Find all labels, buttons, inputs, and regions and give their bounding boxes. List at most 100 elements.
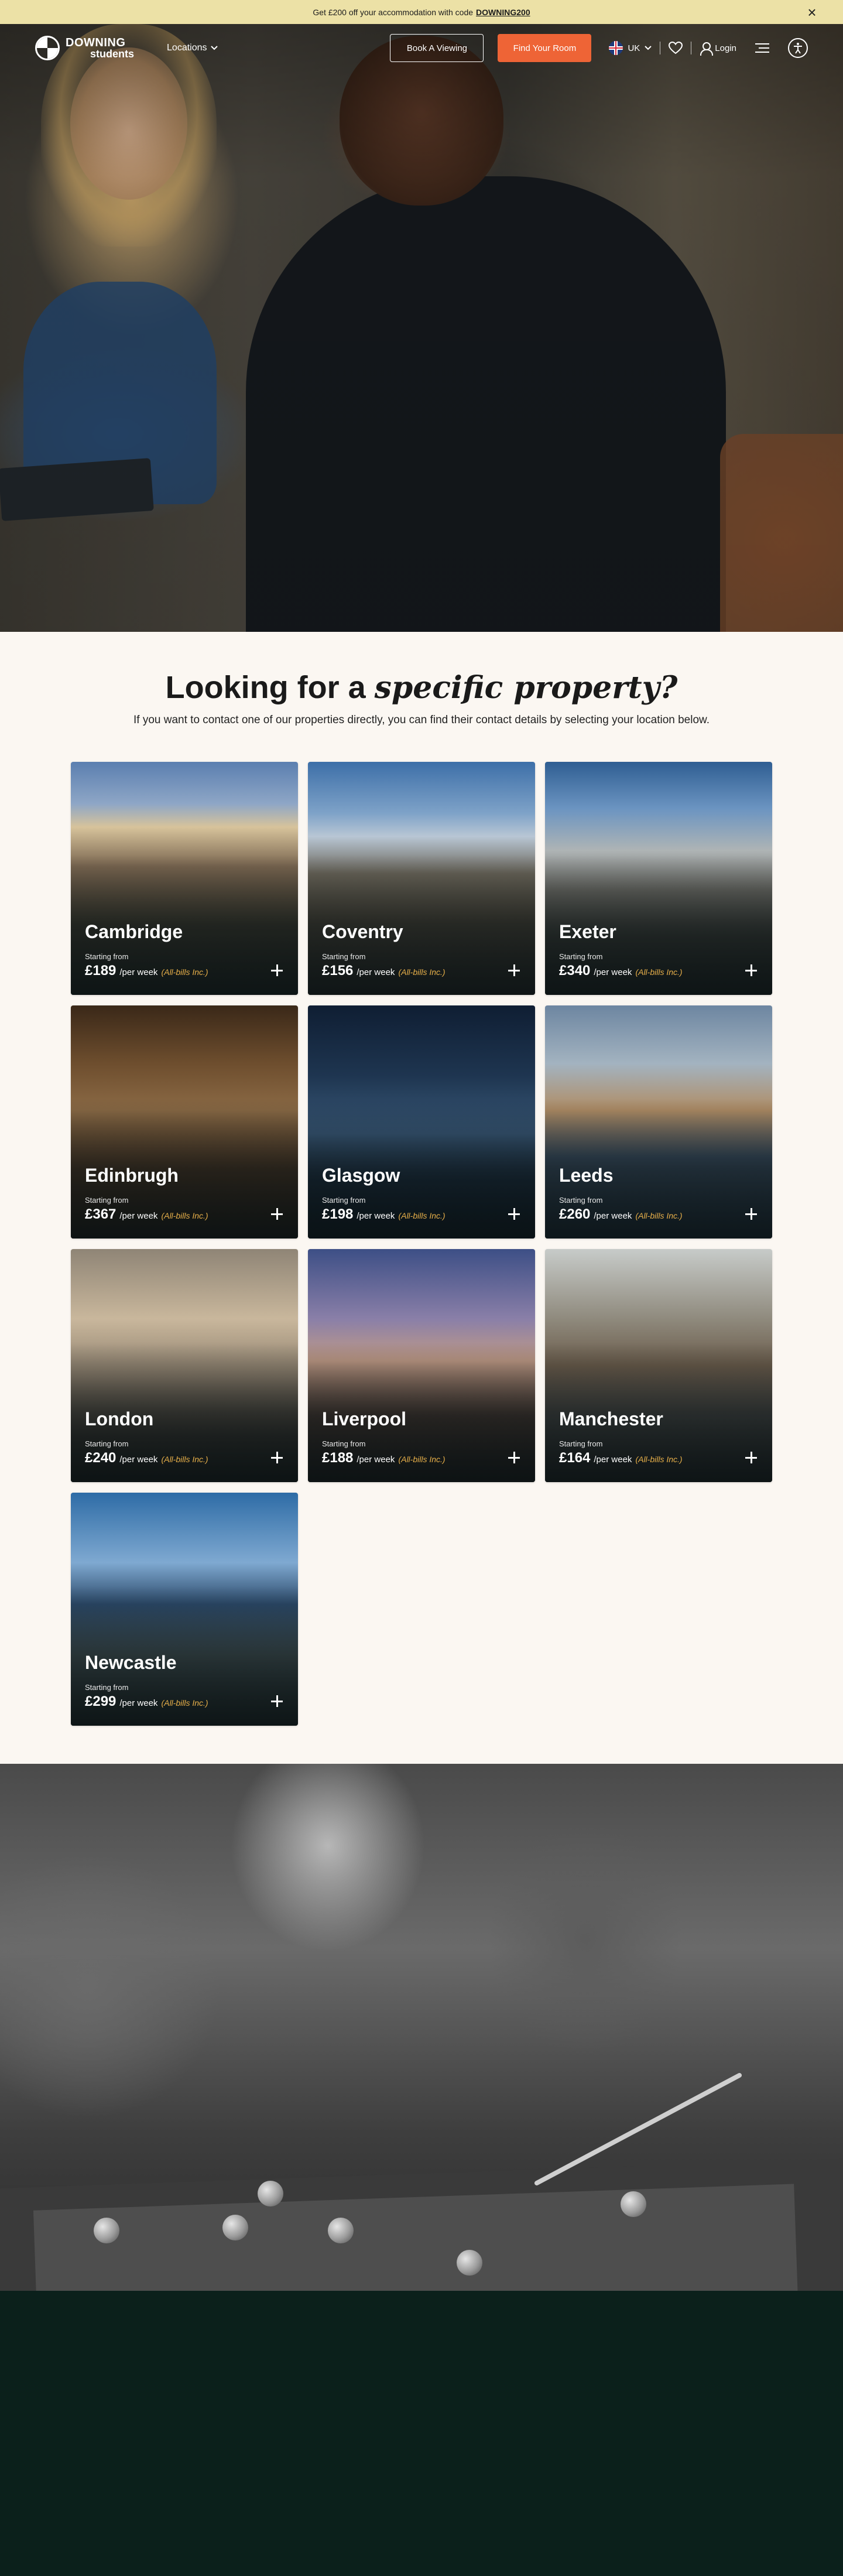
location-name: Liverpool [322, 1408, 407, 1429]
price: £340 [559, 963, 591, 979]
starting-from-label: Starting from [559, 1196, 603, 1205]
pool-ball [457, 2250, 482, 2276]
price: £188 [322, 1450, 354, 1466]
location-card[interactable]: Manchester Starting from £164 /per week … [545, 1249, 772, 1482]
price-row: £340 /per week (All-bills Inc.) [559, 963, 683, 979]
location-name: Manchester [559, 1408, 663, 1429]
logo-line-2: students [90, 48, 135, 60]
location-card[interactable]: Glasgow Starting from £198 /per week (Al… [308, 1005, 535, 1239]
close-icon[interactable]: × [804, 5, 820, 20]
starting-from-label: Starting from [559, 952, 603, 961]
heading-plain: Looking for a [165, 670, 366, 705]
price-period: /per week [357, 1211, 395, 1221]
price-period: /per week [594, 1455, 632, 1465]
location-name: Newcastle [85, 1652, 177, 1673]
bills-note: (All-bills Inc.) [398, 1211, 446, 1220]
heading-italic: specific property? [374, 670, 678, 706]
chevron-down-icon [210, 46, 218, 50]
locations-dropdown[interactable]: Locations [167, 43, 218, 53]
starting-from-label: Starting from [322, 952, 366, 961]
price-row: £164 /per week (All-bills Inc.) [559, 1450, 683, 1466]
price: £260 [559, 1206, 591, 1222]
bills-note: (All-bills Inc.) [635, 1455, 683, 1464]
price-row: £367 /per week (All-bills Inc.) [85, 1206, 208, 1223]
location-name: Glasgow [322, 1165, 400, 1186]
starting-from-label: Starting from [322, 1196, 366, 1205]
plus-icon[interactable] [745, 1452, 757, 1463]
menu-icon[interactable] [755, 43, 769, 53]
plus-icon[interactable] [508, 964, 520, 976]
price-row: £156 /per week (All-bills Inc.) [322, 963, 446, 979]
price-period: /per week [119, 967, 158, 977]
plus-icon[interactable] [271, 964, 283, 976]
language-selector[interactable]: UK [609, 41, 652, 55]
bills-note: (All-bills Inc.) [635, 1211, 683, 1220]
bills-note: (All-bills Inc.) [161, 967, 208, 977]
location-card[interactable]: Cambridge Starting from £189 /per week (… [71, 762, 298, 995]
starting-from-label: Starting from [322, 1439, 366, 1448]
lifestyle-image [0, 1764, 843, 2291]
footer [0, 2291, 843, 2576]
hero-shade [0, 24, 843, 632]
user-icon [700, 42, 714, 56]
location-card[interactable]: Liverpool Starting from £188 /per week (… [308, 1249, 535, 1482]
starting-from-label: Starting from [85, 1196, 129, 1205]
promo-text: Get £200 off your accommodation with cod… [313, 7, 474, 17]
section-heading: Looking for a specific property? [0, 669, 843, 706]
heart-icon[interactable] [669, 42, 683, 54]
price: £189 [85, 963, 116, 979]
promo-code[interactable]: DOWNING200 [476, 8, 530, 17]
location-card[interactable]: Edinbrugh Starting from £367 /per week (… [71, 1005, 298, 1239]
plus-icon[interactable] [745, 1208, 757, 1220]
location-name: Edinbrugh [85, 1165, 179, 1186]
location-name: Coventry [322, 921, 403, 942]
location-card[interactable]: Newcastle Starting from £299 /per week (… [71, 1493, 298, 1726]
plus-icon[interactable] [508, 1208, 520, 1220]
main-nav: DOWNING students Locations Book A Viewin… [0, 24, 843, 72]
price-period: /per week [119, 1698, 158, 1708]
price-row: £260 /per week (All-bills Inc.) [559, 1206, 683, 1223]
price-period: /per week [594, 967, 632, 977]
nav-actions: Book A Viewing Find Your Room UK Login [390, 34, 808, 62]
price-period: /per week [357, 1455, 395, 1465]
bills-note: (All-bills Inc.) [161, 1211, 208, 1220]
plus-icon[interactable] [745, 964, 757, 976]
price-period: /per week [119, 1455, 158, 1465]
find-room-button[interactable]: Find Your Room [498, 34, 592, 62]
price: £240 [85, 1450, 116, 1466]
bills-note: (All-bills Inc.) [398, 1455, 446, 1464]
plus-icon[interactable] [508, 1452, 520, 1463]
logo[interactable]: DOWNING students [35, 36, 134, 60]
price-period: /per week [357, 967, 395, 977]
locations-label: Locations [167, 43, 207, 53]
plus-icon[interactable] [271, 1208, 283, 1220]
price: £198 [322, 1206, 354, 1222]
language-label: UK [628, 43, 640, 53]
logo-line-1: DOWNING [66, 36, 126, 49]
price-row: £198 /per week (All-bills Inc.) [322, 1206, 446, 1223]
location-name: Exeter [559, 921, 616, 942]
price: £367 [85, 1206, 116, 1222]
location-card[interactable]: Leeds Starting from £260 /per week (All-… [545, 1005, 772, 1239]
location-name: London [85, 1408, 154, 1429]
section-subheading: If you want to contact one of our proper… [133, 714, 710, 726]
accessibility-icon[interactable] [788, 38, 808, 58]
price: £164 [559, 1450, 591, 1466]
login-label: Login [715, 43, 736, 53]
location-card[interactable]: Coventry Starting from £156 /per week (A… [308, 762, 535, 995]
price-row: £299 /per week (All-bills Inc.) [85, 1694, 208, 1710]
bills-note: (All-bills Inc.) [161, 1455, 208, 1464]
pool-ball [258, 2181, 283, 2206]
pool-ball [621, 2191, 646, 2217]
pool-ball [94, 2218, 119, 2243]
bills-note: (All-bills Inc.) [635, 967, 683, 977]
plus-icon[interactable] [271, 1695, 283, 1707]
login-link[interactable]: Login [700, 42, 736, 56]
plus-icon[interactable] [271, 1452, 283, 1463]
price-period: /per week [594, 1211, 632, 1221]
property-section: Looking for a specific property? If you … [0, 632, 843, 1764]
location-card[interactable]: Exeter Starting from £340 /per week (All… [545, 762, 772, 995]
pool-ball [328, 2218, 354, 2243]
book-viewing-button[interactable]: Book A Viewing [390, 34, 484, 62]
location-card[interactable]: London Starting from £240 /per week (All… [71, 1249, 298, 1482]
